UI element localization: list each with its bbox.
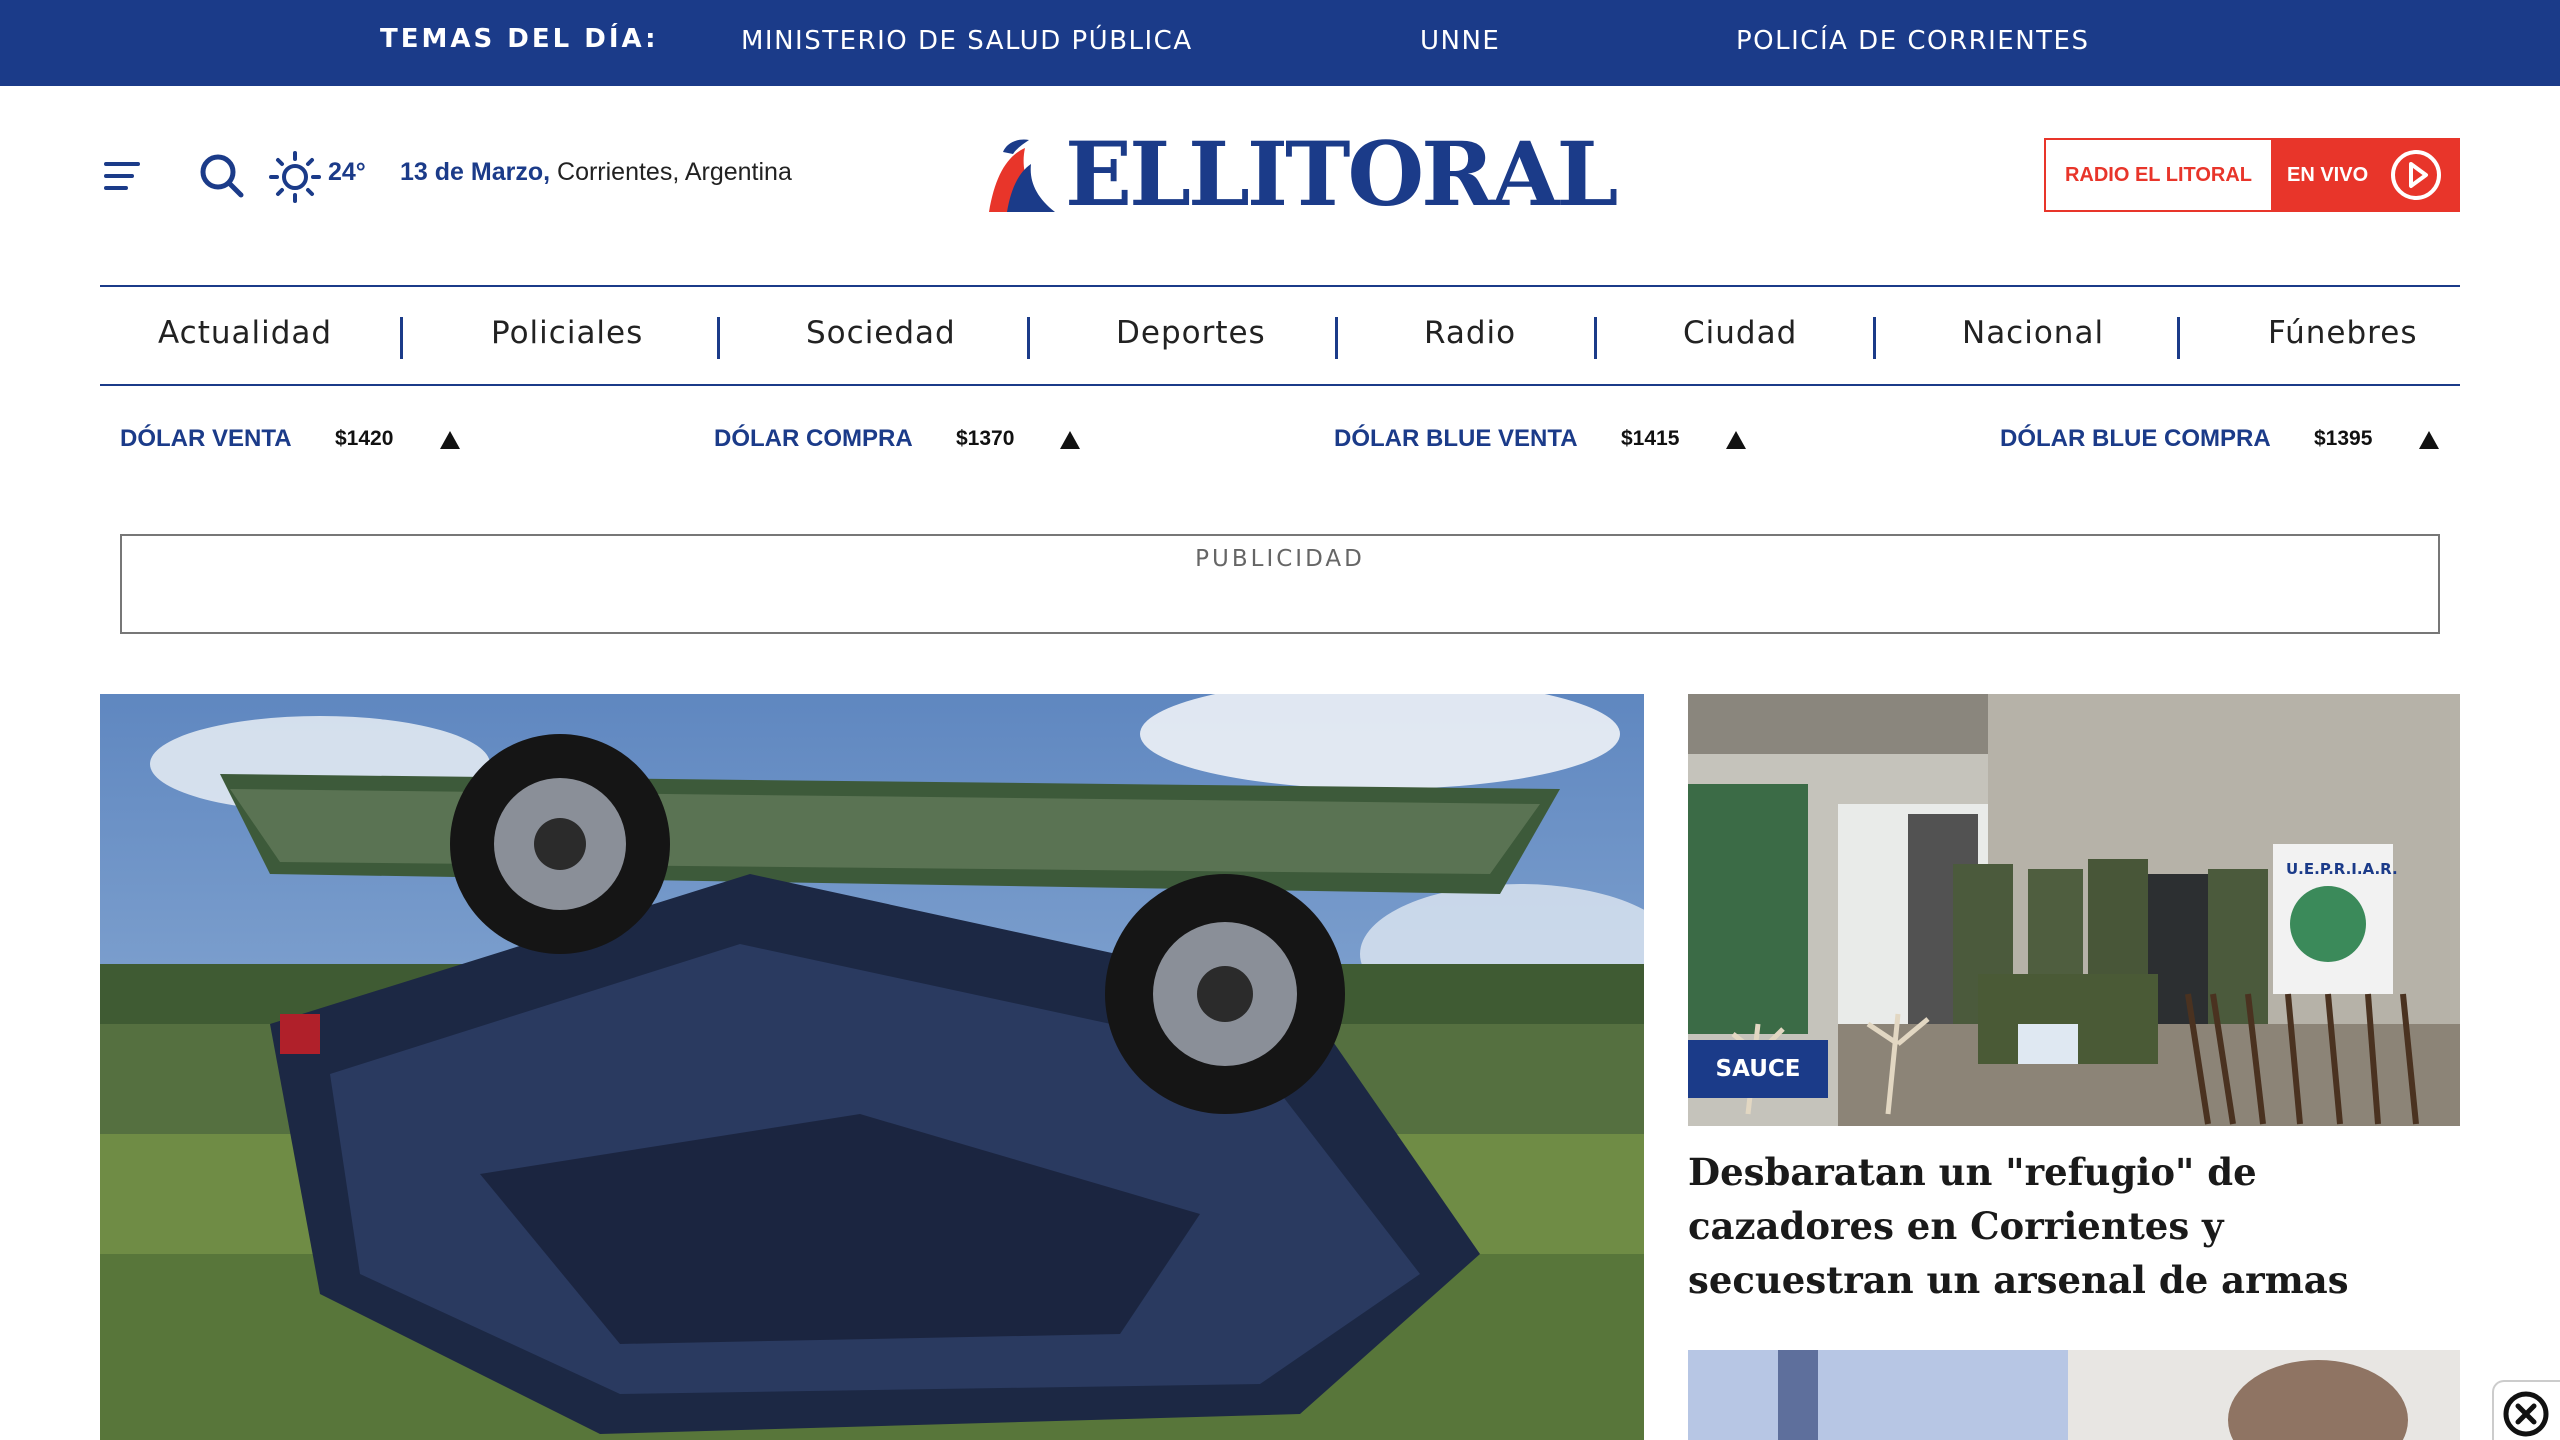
close-icon <box>2503 1391 2549 1437</box>
up-arrow-icon <box>1726 431 1746 449</box>
ad-label: PUBLICIDAD <box>1195 546 1365 572</box>
nav-nacional[interactable]: Nacional <box>1962 315 2104 351</box>
search-icon[interactable] <box>198 152 246 200</box>
nav-divider <box>1027 317 1030 359</box>
next-story-photo <box>1688 1350 2460 1440</box>
fx-value: $1415 <box>1621 427 1680 450</box>
live-section: EN VIVO <box>2271 140 2458 210</box>
nav-deportes[interactable]: Deportes <box>1116 315 1266 351</box>
next-story-image[interactable] <box>1688 1350 2460 1440</box>
location: Corrientes, Argentina <box>550 158 792 186</box>
play-icon <box>2391 150 2442 200</box>
nav-sociedad[interactable]: Sociedad <box>806 315 956 351</box>
up-arrow-icon <box>1060 431 1080 449</box>
site-logo[interactable]: ELLITORAL <box>985 126 1618 222</box>
nav-divider <box>2177 317 2180 359</box>
topic-policia-corrientes[interactable]: POLICÍA DE CORRIENTES <box>1736 26 2090 56</box>
nav-divider <box>1335 317 1338 359</box>
close-ad-button[interactable] <box>2492 1380 2560 1440</box>
fx-name: DÓLAR BLUE COMPRA <box>2000 425 2271 452</box>
topic-unne[interactable]: UNNE <box>1420 26 1500 56</box>
fx-name: DÓLAR BLUE VENTA <box>1334 425 1578 452</box>
nav-policiales[interactable]: Policiales <box>491 315 643 351</box>
logo-text: ELLITORAL <box>1065 122 1618 226</box>
nav-divider <box>400 317 403 359</box>
nav-divider <box>1873 317 1876 359</box>
fx-dolar-compra: DÓLAR COMPRA $1370 <box>714 425 1080 453</box>
radio-live-button[interactable]: RADIO EL LITORAL EN VIVO <box>2044 138 2460 212</box>
nav-ciudad[interactable]: Ciudad <box>1683 315 1797 351</box>
fx-value: $1420 <box>335 427 394 450</box>
menu-icon[interactable] <box>104 160 142 192</box>
nav-divider <box>1594 317 1597 359</box>
nav-actualidad[interactable]: Actualidad <box>158 315 332 351</box>
sun-icon <box>268 150 322 204</box>
up-arrow-icon <box>440 431 460 449</box>
fx-name: DÓLAR VENTA <box>120 425 292 452</box>
topics-bar: TEMAS DEL DÍA: MINISTERIO DE SALUD PÚBLI… <box>0 0 2560 86</box>
topic-ministerio-salud[interactable]: MINISTERIO DE SALUD PÚBLICA <box>741 26 1193 56</box>
topics-label: TEMAS DEL DÍA: <box>380 24 659 54</box>
fx-dolar-blue-venta: DÓLAR BLUE VENTA $1415 <box>1334 425 1746 453</box>
fx-value: $1395 <box>2314 427 2373 450</box>
nav-radio[interactable]: Radio <box>1424 315 1516 351</box>
fx-dolar-blue-compra: DÓLAR BLUE COMPRA $1395 <box>2000 425 2439 453</box>
logo-bird-icon <box>989 139 1055 212</box>
date-location: 13 de Marzo, Corrientes, Argentina <box>400 158 792 187</box>
ad-slot[interactable]: PUBLICIDAD <box>120 534 2440 634</box>
live-label: EN VIVO <box>2287 163 2369 186</box>
fx-value: $1370 <box>956 427 1015 450</box>
main-nav: Actualidad Policiales Sociedad Deportes … <box>100 285 2460 386</box>
main-story-image[interactable] <box>100 694 1644 1440</box>
radio-label: RADIO EL LITORAL <box>2064 163 2253 186</box>
side-story-title[interactable]: Desbaratan un "refugio" de cazadores en … <box>1688 1145 2460 1307</box>
up-arrow-icon <box>2419 431 2439 449</box>
date: 13 de Marzo, <box>400 158 551 186</box>
temperature: 24° <box>328 158 366 186</box>
sign-text: U.E.P.R.I.A.R. <box>2286 860 2398 878</box>
fx-name: DÓLAR COMPRA <box>714 425 913 452</box>
nav-funebres[interactable]: Fúnebres <box>2268 315 2417 351</box>
overturned-car-photo <box>100 694 1644 1440</box>
section-tag[interactable]: SAUCE <box>1688 1040 1828 1098</box>
nav-divider <box>717 317 720 359</box>
fx-dolar-venta: DÓLAR VENTA $1420 <box>120 425 460 453</box>
